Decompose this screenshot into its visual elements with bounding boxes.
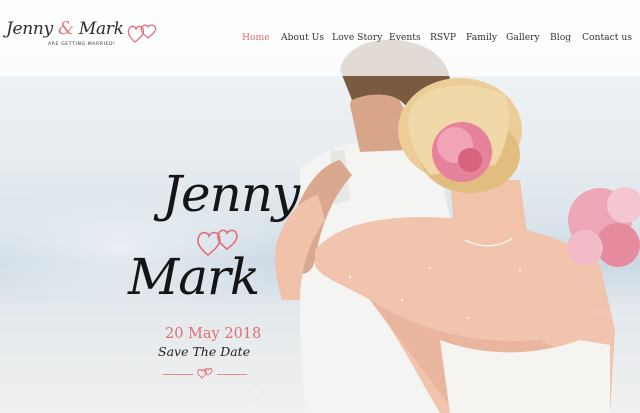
save-the-date-text: Save The Date [158,344,251,359]
site-logo[interactable]: Jenny & Mark ARE GETTING MARRIED! [6,18,157,58]
nav-item-home[interactable]: Home [242,32,270,43]
nav-item-events[interactable]: Events [389,32,421,43]
nav-item-about-us[interactable]: About Us [281,32,324,43]
logo-tagline: ARE GETTING MARRIED! [48,42,116,47]
wedding-date: 20 May 2018 [165,326,262,342]
hero-name-second: Mark [128,248,260,306]
hearts-icon [127,24,157,43]
decorative-divider [163,367,247,379]
hearts-icon [197,368,213,379]
logo-ampersand: & [58,18,74,39]
site-header: Jenny & Mark ARE GETTING MARRIED! Home A… [0,0,640,76]
logo-names: Jenny & Mark [6,18,124,39]
divider-line-left [163,374,193,375]
hero-name-first: Jenny [162,165,300,223]
nav-item-love-story[interactable]: Love Story [332,32,382,43]
nav-item-contact-us[interactable]: Contact us [582,32,632,43]
nav-item-gallery[interactable]: Gallery [506,32,540,43]
divider-line-right [217,374,247,375]
logo-name-second: Mark [78,19,124,39]
logo-name-first: Jenny [6,19,53,39]
nav-item-family[interactable]: Family [466,32,497,43]
nav-item-blog[interactable]: Blog [550,32,571,43]
nav-item-rsvp[interactable]: RSVP [430,32,456,43]
